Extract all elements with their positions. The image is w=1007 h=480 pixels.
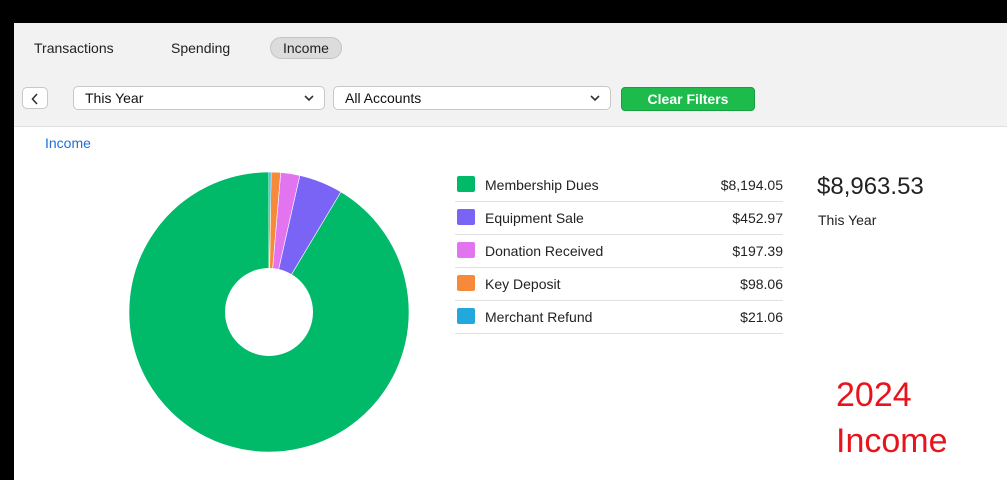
income-donut-chart bbox=[128, 171, 410, 453]
chevron-left-icon bbox=[31, 93, 38, 105]
legend-swatch bbox=[457, 176, 475, 192]
legend-label: Key Deposit bbox=[485, 276, 561, 292]
legend-swatch bbox=[457, 242, 475, 258]
back-button[interactable] bbox=[22, 87, 48, 109]
legend-amount: $8,194.05 bbox=[720, 177, 783, 193]
legend-swatch bbox=[457, 209, 475, 225]
tab-bar: Transactions Spending Income bbox=[14, 23, 1007, 78]
legend-row[interactable]: Merchant Refund $21.06 bbox=[455, 301, 783, 334]
tab-spending[interactable]: Spending bbox=[159, 37, 242, 59]
legend-amount: $452.97 bbox=[732, 210, 783, 226]
chevron-down-icon bbox=[304, 95, 314, 102]
tab-transactions[interactable]: Transactions bbox=[22, 37, 126, 59]
chart-legend: Membership Dues $8,194.05 Equipment Sale… bbox=[455, 169, 783, 334]
legend-row[interactable]: Donation Received $197.39 bbox=[455, 235, 783, 268]
total-period-label: This Year bbox=[818, 212, 877, 228]
clear-filters-button[interactable]: Clear Filters bbox=[621, 87, 755, 111]
filter-bar: This Year All Accounts Clear Filters bbox=[14, 78, 1007, 127]
legend-label: Equipment Sale bbox=[485, 210, 584, 226]
account-select-value: All Accounts bbox=[345, 90, 422, 106]
legend-label: Membership Dues bbox=[485, 177, 599, 193]
total-amount: $8,963.53 bbox=[817, 173, 924, 200]
legend-swatch bbox=[457, 275, 475, 291]
app-window: Transactions Spending Income This Year A… bbox=[14, 23, 1007, 480]
period-select[interactable]: This Year bbox=[73, 86, 325, 110]
legend-amount: $21.06 bbox=[740, 309, 783, 325]
legend-amount: $197.39 bbox=[732, 243, 783, 259]
legend-label: Donation Received bbox=[485, 243, 604, 259]
legend-label: Merchant Refund bbox=[485, 309, 593, 325]
legend-row[interactable]: Key Deposit $98.06 bbox=[455, 268, 783, 301]
legend-row[interactable]: Membership Dues $8,194.05 bbox=[455, 169, 783, 202]
legend-swatch bbox=[457, 308, 475, 324]
legend-amount: $98.06 bbox=[740, 276, 783, 292]
annotation-year: 2024 bbox=[836, 376, 912, 414]
annotation-label: Income bbox=[836, 422, 948, 460]
year-annotation: 2024 Income bbox=[836, 372, 948, 464]
donut-hole bbox=[225, 268, 313, 356]
tab-income[interactable]: Income bbox=[270, 37, 342, 59]
section-title[interactable]: Income bbox=[45, 135, 91, 151]
chevron-down-icon bbox=[590, 95, 600, 102]
account-select[interactable]: All Accounts bbox=[333, 86, 611, 110]
legend-row[interactable]: Equipment Sale $452.97 bbox=[455, 202, 783, 235]
period-select-value: This Year bbox=[85, 90, 144, 106]
